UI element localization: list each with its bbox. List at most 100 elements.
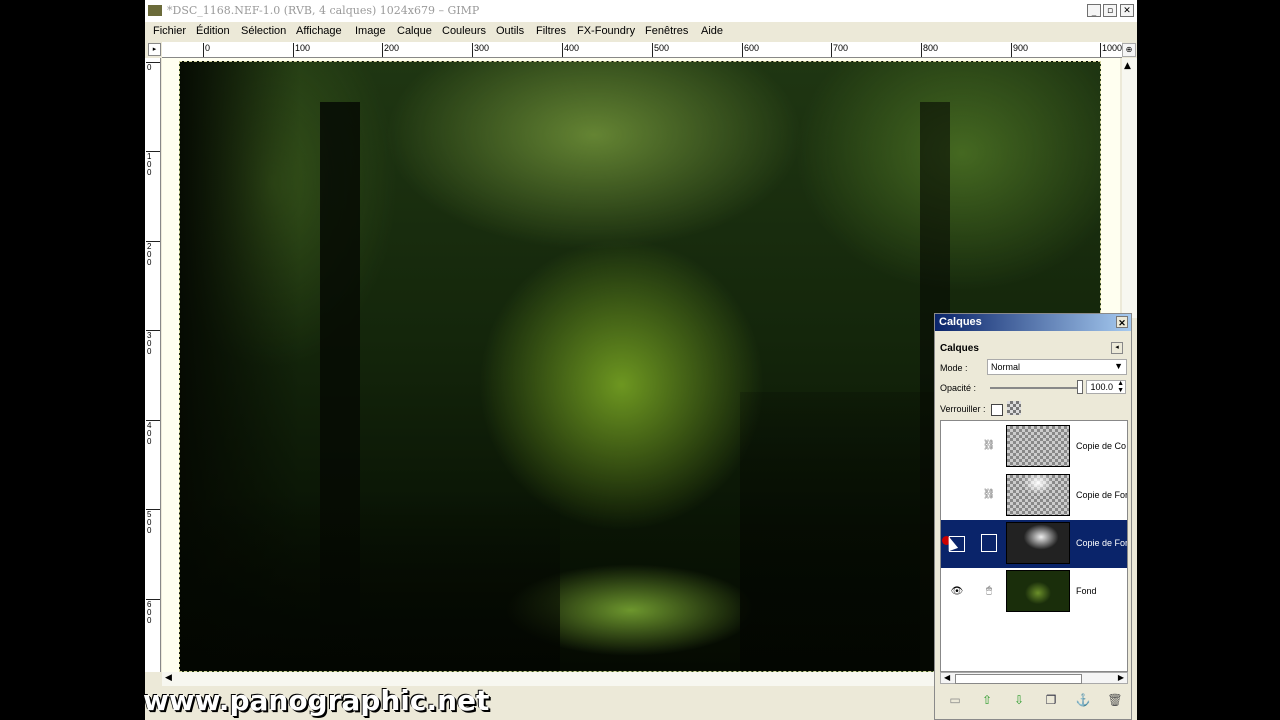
duplicate-layer-icon[interactable]: ❐: [1043, 692, 1059, 708]
layer-row[interactable]: ⛓ Copie de For: [941, 472, 1127, 520]
scroll-left-icon[interactable]: ◀: [944, 673, 950, 682]
ruler-tick: [921, 43, 922, 57]
ruler-label: 600: [147, 600, 152, 625]
ruler-label: 1000: [1102, 43, 1122, 53]
layers-dialog-titlebar[interactable]: Calques ✕: [935, 314, 1131, 331]
layer-row-selected[interactable]: Copie de For: [941, 520, 1127, 568]
menu-couleurs[interactable]: Couleurs: [442, 25, 486, 37]
menu-fx-foundry[interactable]: FX-Foundry: [577, 25, 635, 37]
new-layer-icon[interactable]: ▭: [947, 692, 963, 708]
ruler-label: 100: [295, 43, 311, 53]
gimp-app-icon: [148, 5, 162, 16]
layer-name[interactable]: Copie de For: [1076, 538, 1127, 548]
menu-fichier[interactable]: Fichier: [153, 25, 186, 37]
ruler-tick: [831, 43, 832, 57]
opacity-label: Opacité :: [940, 383, 977, 393]
lock-pixels-checkbox[interactable]: [991, 404, 1003, 416]
opacity-slider-handle[interactable]: [1077, 380, 1083, 394]
visibility-toggle[interactable]: [949, 439, 965, 455]
eye-icon[interactable]: 👁: [949, 584, 965, 600]
scrollbar-thumb[interactable]: [955, 674, 1082, 684]
scroll-left-icon[interactable]: ◀: [165, 673, 172, 683]
layer-thumbnail[interactable]: [1006, 522, 1070, 564]
layer-row[interactable]: ⛓ Copie de Co: [941, 423, 1127, 471]
menu-outils[interactable]: Outils: [496, 25, 524, 37]
navigate-icon[interactable]: ⊕: [1122, 43, 1136, 57]
scroll-right-icon[interactable]: ▶: [1118, 673, 1124, 682]
mask-link-icon[interactable]: ⛓: [981, 437, 997, 455]
menu-fenetres[interactable]: Fenêtres: [645, 25, 688, 37]
title-bar: *DSC_1168.NEF-1.0 (RVB, 4 calques) 1024x…: [145, 0, 1137, 22]
layer-name[interactable]: Fond: [1076, 586, 1097, 596]
mode-value: Normal: [991, 362, 1021, 372]
lock-alpha-icon[interactable]: [1007, 401, 1021, 415]
ruler-label: 400: [564, 43, 580, 53]
minimize-button[interactable]: _: [1087, 4, 1101, 17]
ruler-label: 300: [474, 43, 490, 53]
menu-bar: Fichier Édition Sélection Affichage Imag…: [145, 22, 1137, 42]
spin-arrows-icon[interactable]: ▲ ▼: [1117, 380, 1124, 394]
layers-horizontal-scrollbar[interactable]: ◀ ▶: [940, 672, 1128, 684]
anchor-layer-icon[interactable]: ⚓: [1075, 692, 1091, 708]
layer-row[interactable]: 👁 🖱 Fond: [941, 568, 1127, 616]
close-icon[interactable]: ✕: [1116, 316, 1128, 328]
opacity-value: 100.0: [1090, 382, 1113, 392]
vertical-scrollbar[interactable]: ▲: [1122, 58, 1137, 318]
menu-calque[interactable]: Calque: [397, 25, 432, 37]
menu-image[interactable]: Image: [355, 25, 386, 37]
ruler-tick: [652, 43, 653, 57]
window-title: *DSC_1168.NEF-1.0 (RVB, 4 calques) 1024x…: [167, 4, 480, 17]
visibility-toggle[interactable]: [949, 488, 965, 504]
ruler-label: 700: [833, 43, 849, 53]
ruler-label: 200: [384, 43, 400, 53]
ruler-label: 900: [1013, 43, 1029, 53]
menu-edition[interactable]: Édition: [196, 25, 230, 37]
raise-layer-icon[interactable]: ⇧: [979, 692, 995, 708]
opacity-slider[interactable]: [990, 387, 1083, 389]
scroll-up-icon[interactable]: ▲: [1124, 61, 1131, 71]
ruler-label: 400: [147, 421, 152, 446]
ruler-label: 200: [147, 242, 152, 267]
layers-list[interactable]: ⛓ Copie de Co ⛓ Copie de For Copie de Fo…: [940, 420, 1128, 672]
chevron-down-icon: ▼: [1114, 361, 1123, 371]
ruler-tick: [472, 43, 473, 57]
layers-dialog-title: Calques: [939, 316, 982, 328]
mode-label: Mode :: [940, 363, 968, 373]
mode-select[interactable]: Normal ▼: [987, 359, 1127, 375]
ruler-tick: [1100, 43, 1101, 57]
ruler-label: 600: [744, 43, 760, 53]
ruler-label: 300: [147, 331, 152, 356]
ruler-tick: [203, 43, 204, 57]
watermark-text: www.panographic.net: [143, 684, 490, 717]
delete-layer-icon[interactable]: 🗑: [1107, 692, 1123, 708]
dock-menu-icon[interactable]: ◂: [1111, 342, 1123, 354]
menu-affichage[interactable]: Affichage: [296, 25, 342, 37]
mask-link-icon[interactable]: [981, 534, 997, 552]
ruler-label: 500: [654, 43, 670, 53]
maximize-button[interactable]: ▫: [1103, 4, 1117, 17]
layer-thumbnail[interactable]: [1006, 425, 1070, 467]
menu-aide[interactable]: Aide: [701, 25, 723, 37]
ruler-tick: [293, 43, 294, 57]
mask-link-icon[interactable]: ⛓: [981, 486, 997, 504]
menu-selection[interactable]: Sélection: [241, 25, 286, 37]
ruler-label: 500: [147, 510, 152, 535]
layers-button-bar: ▭ ⇧ ⇩ ❐ ⚓ 🗑: [935, 690, 1131, 712]
vertical-ruler: 0 100 200 300 400 500 600: [145, 58, 161, 672]
dock-tab-label: Calques: [940, 343, 979, 354]
close-button[interactable]: ✕: [1120, 4, 1134, 17]
menu-filtres[interactable]: Filtres: [536, 25, 566, 37]
layer-thumbnail[interactable]: [1006, 570, 1070, 612]
ruler-label: 100: [147, 152, 152, 177]
layer-name[interactable]: Copie de Co: [1076, 441, 1126, 451]
lock-label: Verrouiller :: [940, 404, 986, 414]
layer-thumbnail[interactable]: [1006, 474, 1070, 516]
ruler-tick: [1011, 43, 1012, 57]
layers-dialog: Calques ✕ Calques ◂ Mode : Normal ▼ Opac…: [934, 313, 1132, 720]
ruler-label: 0: [205, 43, 211, 53]
lower-layer-icon[interactable]: ⇩: [1011, 692, 1027, 708]
layer-name[interactable]: Copie de For: [1076, 490, 1127, 500]
ruler-label: 800: [923, 43, 939, 53]
opacity-spinbox[interactable]: 100.0 ▲ ▼: [1086, 380, 1126, 394]
quick-mask-toggle[interactable]: ▸: [148, 43, 161, 56]
